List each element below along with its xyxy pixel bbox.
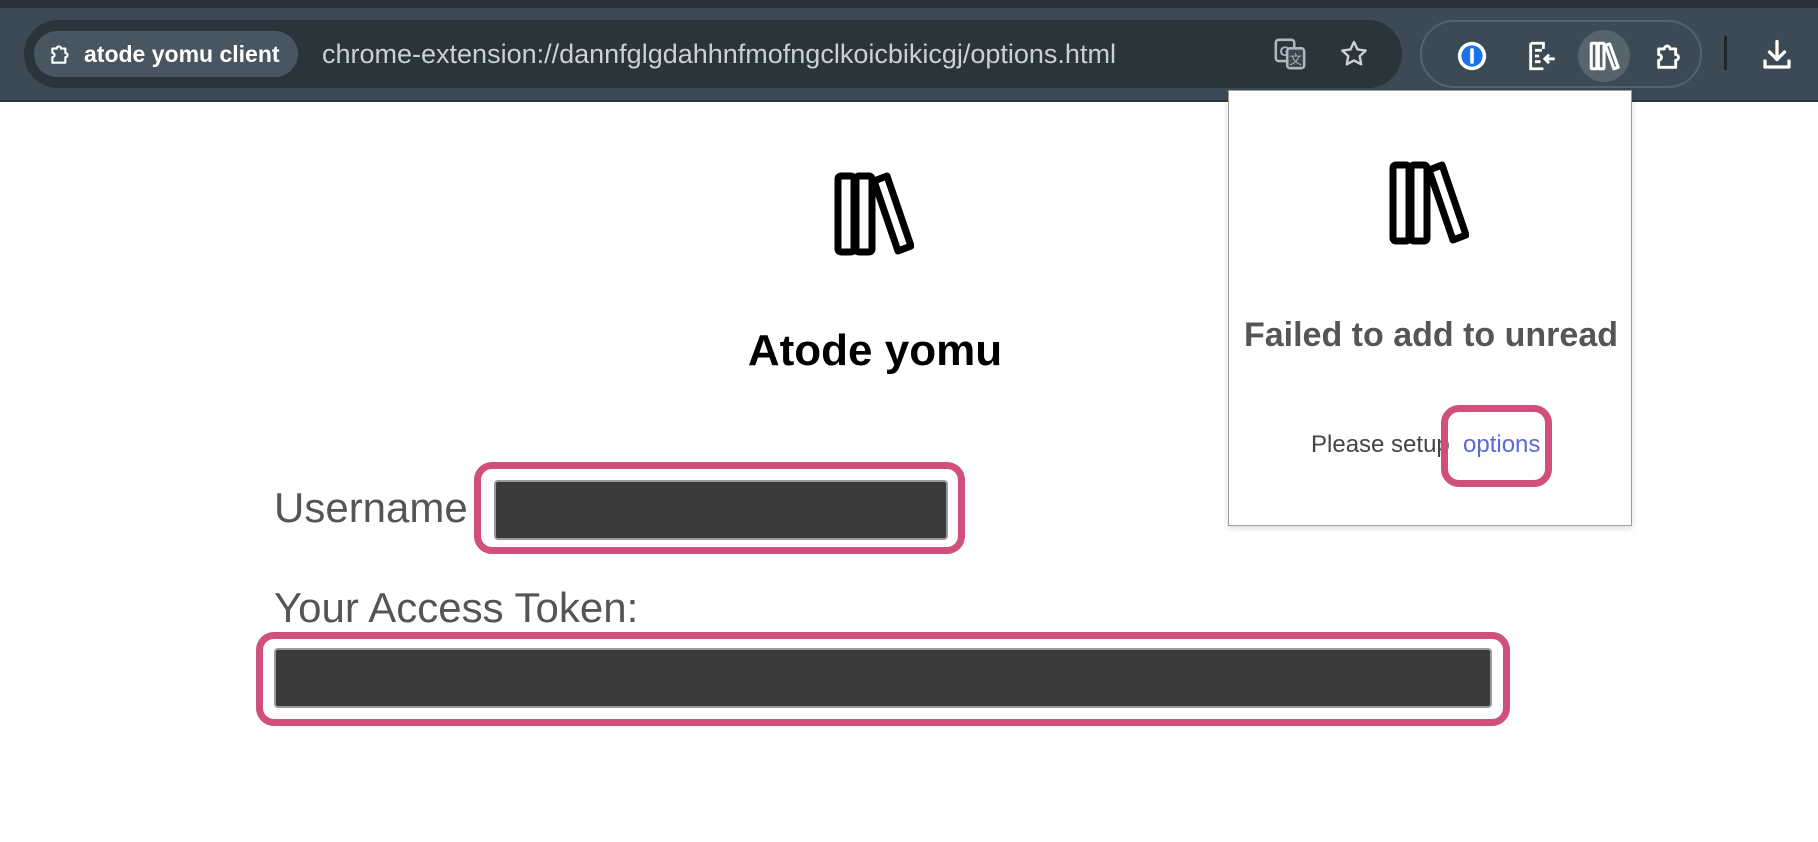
extension-popup: Failed to add to unread Please setup opt…: [1228, 90, 1632, 526]
toolbar-divider: [1724, 36, 1727, 70]
puzzle-icon: [48, 41, 74, 67]
atode-yomu-extension-icon[interactable]: [1578, 30, 1630, 82]
tab-strip-edge: [0, 0, 1818, 8]
access-token-input[interactable]: [274, 648, 1492, 708]
password-manager-icon[interactable]: [1446, 30, 1498, 82]
username-label: Username: [274, 484, 468, 531]
star-icon[interactable]: [1334, 34, 1374, 74]
atode-yomu-logo-icon: [1389, 161, 1470, 245]
site-info-chip[interactable]: atode yomu client: [34, 31, 298, 77]
site-chip-label: atode yomu client: [84, 40, 280, 67]
popup-setup-text: Please setup: [1311, 431, 1450, 458]
access-token-label: Your Access Token:: [274, 584, 639, 631]
username-input[interactable]: [494, 480, 948, 540]
address-bar[interactable]: atode yomu client chrome-extension://dan…: [24, 20, 1402, 88]
download-icon[interactable]: [1752, 30, 1802, 80]
reading-list-icon[interactable]: [1516, 30, 1568, 82]
svg-text:文: 文: [1289, 52, 1302, 67]
popup-error-title: Failed to add to unread: [1243, 316, 1619, 354]
translate-icon[interactable]: G 文: [1270, 34, 1310, 74]
url-text[interactable]: chrome-extension://dannfglgdahhnfmofngcl…: [322, 20, 1116, 88]
options-link[interactable]: options: [1463, 431, 1540, 459]
extensions-area: [1420, 20, 1702, 88]
browser-toolbar: atode yomu client chrome-extension://dan…: [0, 0, 1818, 102]
atode-yomu-logo-icon: [834, 172, 915, 256]
extensions-icon[interactable]: [1644, 30, 1696, 82]
